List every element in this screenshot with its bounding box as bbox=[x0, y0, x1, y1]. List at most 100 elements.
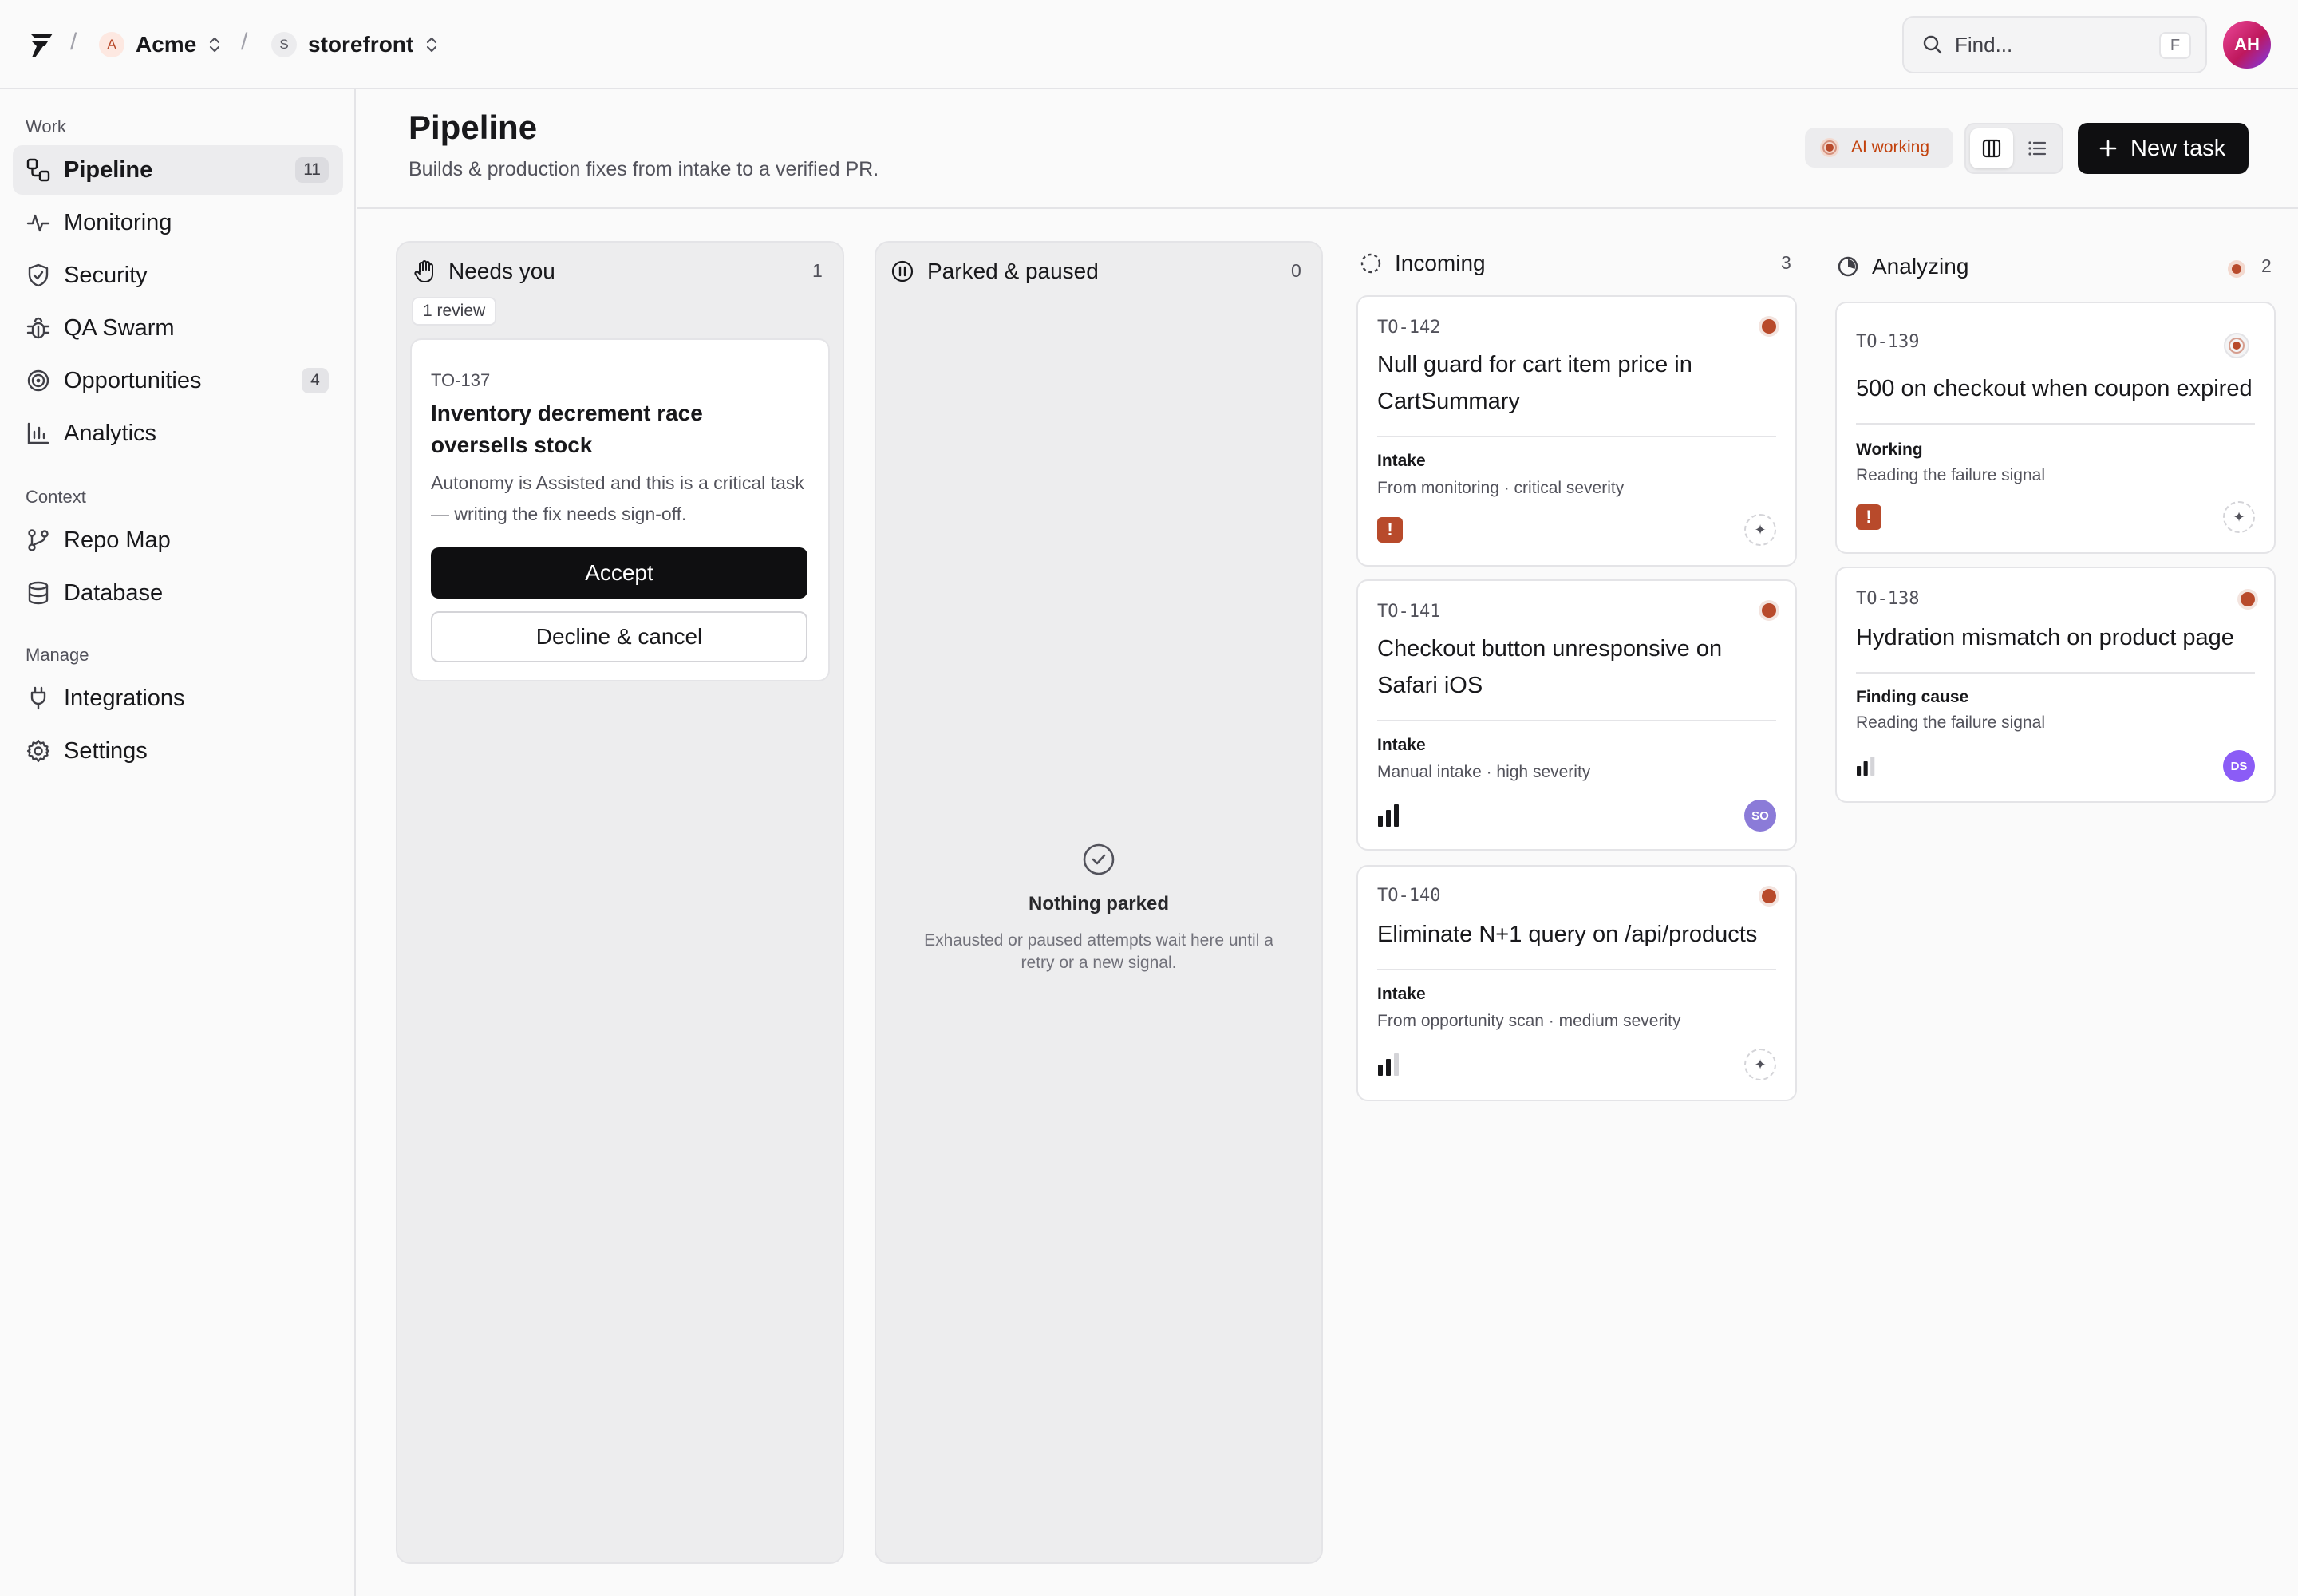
page-header: Pipeline Builds & production fixes from … bbox=[357, 89, 2298, 209]
search-shortcut-key: F bbox=[2159, 32, 2191, 59]
sidebar-item-monitoring[interactable]: Monitoring bbox=[13, 198, 343, 247]
column-header: Needs you bbox=[413, 259, 555, 284]
column-count: 2 bbox=[2261, 255, 2272, 276]
pause-circle-icon bbox=[891, 260, 914, 282]
task-id: TO-141 bbox=[1377, 602, 1441, 622]
pie-progress-icon bbox=[1838, 256, 1858, 277]
search-input[interactable]: Find... F bbox=[1902, 16, 2207, 73]
shield-icon bbox=[28, 263, 49, 287]
task-id: TO-142 bbox=[1377, 318, 1441, 338]
search-icon bbox=[1923, 35, 1942, 54]
list-view-button[interactable] bbox=[2016, 128, 2059, 168]
bug-icon bbox=[26, 317, 50, 339]
plug-icon bbox=[30, 686, 46, 710]
project-switcher[interactable]: S storefront bbox=[271, 29, 439, 61]
pulse-icon bbox=[26, 214, 50, 232]
task-id: TO-140 bbox=[1377, 886, 1441, 906]
critical-severity-icon: ! bbox=[1856, 504, 1881, 530]
user-avatar[interactable]: AH bbox=[2223, 21, 2271, 69]
ai-activity-icon bbox=[2228, 260, 2245, 278]
medium-severity-icon bbox=[1857, 757, 1875, 776]
task-title: Hydration mismatch on product page bbox=[1856, 625, 2234, 650]
chevron-up-down-icon bbox=[210, 37, 220, 53]
org-badge: A bbox=[99, 32, 124, 57]
columns-icon bbox=[1982, 139, 2001, 158]
board-view-button[interactable] bbox=[1970, 128, 2013, 168]
bar-chart-icon bbox=[27, 422, 49, 444]
task-title: Inventory decrement race oversells stock bbox=[431, 401, 703, 457]
database-icon bbox=[28, 581, 49, 605]
breadcrumb-separator: / bbox=[241, 29, 248, 55]
sidebar-section-context: Context bbox=[26, 487, 86, 507]
sidebar-item-label: Opportunities bbox=[64, 367, 202, 393]
ai-agent-icon[interactable]: ✦ bbox=[1744, 514, 1776, 546]
sidebar-item-analytics[interactable]: Analytics bbox=[13, 409, 343, 458]
accept-button[interactable]: Accept bbox=[431, 547, 807, 598]
medium-severity-icon bbox=[1378, 1053, 1399, 1076]
view-toggle bbox=[1964, 123, 2063, 174]
assignee-avatar[interactable]: DS bbox=[2223, 750, 2255, 782]
task-title: Null guard for cart item price in CartSu… bbox=[1377, 352, 1692, 414]
sidebar-item-security[interactable]: Security bbox=[13, 251, 343, 300]
task-stage: Intake bbox=[1377, 736, 1426, 754]
task-id: TO-139 bbox=[1856, 332, 1920, 352]
task-stage: Intake bbox=[1377, 452, 1426, 470]
search-placeholder: Find... bbox=[1955, 32, 2013, 57]
ai-activity-icon bbox=[1820, 138, 1839, 157]
task-title: Eliminate N+1 query on /api/products bbox=[1377, 922, 1758, 947]
sidebar-item-label: Repo Map bbox=[64, 527, 171, 553]
chevron-up-down-icon bbox=[427, 37, 437, 53]
org-switcher[interactable]: A Acme bbox=[99, 29, 222, 61]
column-header: Analyzing bbox=[1837, 254, 1968, 279]
sidebar-item-label: Database bbox=[64, 579, 164, 606]
app-logo-icon[interactable] bbox=[27, 30, 56, 59]
column-title: Parked & paused bbox=[927, 259, 1099, 283]
column-title: Needs you bbox=[448, 259, 555, 283]
sidebar-item-label: Integrations bbox=[64, 685, 185, 711]
sidebar-item-integrations[interactable]: Integrations bbox=[13, 674, 343, 723]
ai-status-text: AI working bbox=[1851, 138, 1930, 156]
sidebar-item-repo-map[interactable]: Repo Map bbox=[13, 516, 343, 565]
sidebar-item-database[interactable]: Database bbox=[13, 568, 343, 618]
plus-icon bbox=[2099, 140, 2117, 157]
card-divider bbox=[1856, 423, 2255, 425]
list-icon bbox=[2028, 141, 2047, 156]
task-detail: From monitoring · critical severity bbox=[1377, 479, 1625, 497]
sidebar-item-settings[interactable]: Settings bbox=[13, 726, 343, 776]
gear-icon bbox=[26, 739, 50, 763]
check-circle-icon bbox=[1083, 843, 1115, 875]
ai-status-badge[interactable]: AI working bbox=[1805, 128, 1953, 168]
empty-state: Nothing parked Exhausted or paused attem… bbox=[875, 843, 1323, 974]
column-count: 1 bbox=[812, 260, 823, 281]
sidebar-item-count: 4 bbox=[302, 368, 329, 393]
git-branch-icon bbox=[28, 529, 49, 551]
review-count-tag: 1 review bbox=[412, 297, 497, 326]
task-detail: Manual intake · high severity bbox=[1377, 763, 1591, 781]
assignee-avatar[interactable]: SO bbox=[1744, 800, 1776, 832]
status-dot bbox=[2241, 592, 2255, 606]
sidebar-item-opportunities[interactable]: Opportunities 4 bbox=[13, 356, 343, 405]
sidebar: Work Pipeline 11 Monitoring Security QA … bbox=[0, 89, 356, 1596]
task-stage: Intake bbox=[1377, 985, 1426, 1003]
empty-state-description: Exhausted or paused attempts wait here u… bbox=[924, 931, 1273, 972]
card-divider bbox=[1377, 969, 1776, 970]
pipeline-icon bbox=[26, 158, 50, 182]
task-detail: Reading the failure signal bbox=[1856, 713, 2045, 732]
task-id: TO-137 bbox=[431, 370, 491, 390]
ai-agent-icon[interactable]: ✦ bbox=[1744, 1049, 1776, 1080]
column-title: Analyzing bbox=[1872, 254, 1969, 279]
status-dot bbox=[1762, 319, 1776, 334]
column-count: 0 bbox=[1291, 260, 1301, 281]
ai-agent-icon[interactable]: ✦ bbox=[2223, 501, 2255, 533]
decline-cancel-button[interactable]: Decline & cancel bbox=[431, 611, 807, 662]
sidebar-item-qa-swarm[interactable]: QA Swarm bbox=[13, 303, 343, 353]
sidebar-item-label: Security bbox=[64, 262, 148, 288]
sidebar-item-pipeline[interactable]: Pipeline 11 bbox=[13, 145, 343, 195]
sidebar-item-label: QA Swarm bbox=[64, 314, 175, 341]
task-detail: From opportunity scan · medium severity bbox=[1377, 1012, 1681, 1030]
task-stage: Finding cause bbox=[1856, 688, 1969, 706]
column-header: Parked & paused bbox=[890, 259, 1099, 284]
column-count: 3 bbox=[1781, 252, 1791, 273]
new-task-button[interactable]: New task bbox=[2078, 123, 2249, 174]
sidebar-item-label: Settings bbox=[64, 737, 148, 764]
